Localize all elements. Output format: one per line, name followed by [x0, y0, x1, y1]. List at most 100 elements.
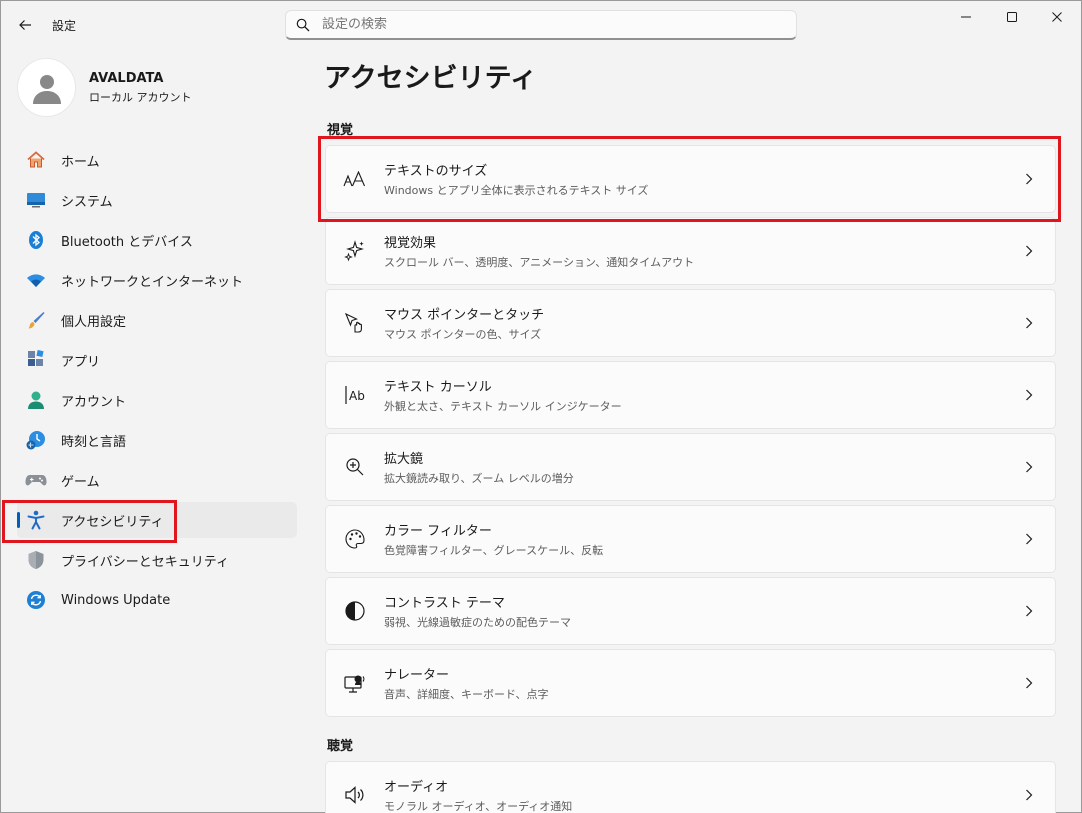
sidebar-item-label: ゲーム — [61, 474, 100, 490]
chevron-right-icon — [1019, 529, 1039, 549]
text-cursor-icon: Ab — [342, 382, 368, 408]
gamepad-icon — [25, 469, 47, 491]
close-icon — [1052, 12, 1062, 22]
setting-title: カラー フィルター — [384, 524, 492, 539]
sidebar-item-label: プライバシーとセキュリティ — [61, 554, 229, 570]
bluetooth-icon — [25, 229, 47, 251]
setting-subtitle: 拡大鏡読み取り、ズーム レベルの増分 — [384, 472, 574, 485]
sidebar-item-accessibility[interactable]: アクセシビリティ — [17, 502, 297, 538]
maximize-button[interactable] — [997, 4, 1027, 30]
setting-visual-effects[interactable]: 視覚効果 スクロール バー、透明度、アニメーション、通知タイムアウト — [325, 217, 1056, 285]
setting-subtitle: 弱視、光線過敏症のための配色テーマ — [384, 616, 571, 629]
chevron-right-icon — [1019, 169, 1039, 189]
user-profile[interactable]: AVALDATA ローカル アカウント — [17, 58, 192, 117]
sidebar-item-privacy[interactable]: プライバシーとセキュリティ — [17, 542, 297, 578]
maximize-icon — [1007, 12, 1017, 22]
setting-subtitle: スクロール バー、透明度、アニメーション、通知タイムアウト — [384, 256, 695, 269]
sidebar-item-home[interactable]: ホーム — [17, 142, 297, 178]
chevron-right-icon — [1019, 241, 1039, 261]
sidebar-item-label: ホーム — [61, 154, 100, 170]
sidebar-item-label: アプリ — [61, 354, 101, 370]
apps-icon — [25, 349, 47, 371]
setting-magnifier[interactable]: 拡大鏡拡大鏡読み取り、ズーム レベルの増分 — [325, 433, 1056, 501]
update-icon — [25, 589, 47, 611]
sidebar-nav: ホーム システム Bluetooth とデバイス ネットワークとインターネット … — [17, 142, 297, 622]
brush-icon — [25, 309, 47, 331]
setting-subtitle: 音声、詳細度、キーボード、点字 — [384, 688, 549, 701]
back-button[interactable] — [12, 12, 38, 38]
sidebar-item-bluetooth[interactable]: Bluetooth とデバイス — [17, 222, 297, 258]
search-input[interactable] — [322, 17, 762, 32]
minimize-icon — [961, 16, 971, 18]
account-icon — [25, 389, 47, 411]
profile-account-type: ローカル アカウント — [89, 90, 192, 104]
setting-title: テキスト カーソル — [384, 380, 492, 395]
setting-audio[interactable]: オーディオモノラル オーディオ、オーディオ通知 — [325, 761, 1056, 813]
user-icon — [32, 74, 61, 104]
svg-text:Ab: Ab — [349, 389, 365, 403]
contrast-icon — [342, 598, 368, 624]
sidebar-item-apps[interactable]: アプリ — [17, 342, 297, 378]
setting-subtitle: Windows とアプリ全体に表示されるテキスト サイズ — [384, 184, 649, 197]
minimize-button[interactable] — [951, 4, 981, 30]
setting-title: テキストのサイズ — [384, 164, 488, 179]
back-arrow-icon — [19, 20, 31, 30]
speaker-icon — [342, 782, 368, 808]
page-title: アクセシビリティ — [324, 63, 538, 94]
chevron-right-icon — [1019, 313, 1039, 333]
setting-title: マウス ポインターとタッチ — [384, 308, 545, 323]
setting-subtitle: 色覚障害フィルター、グレースケール、反転 — [384, 544, 604, 557]
sidebar-item-accounts[interactable]: アカウント — [17, 382, 297, 418]
sidebar-item-network[interactable]: ネットワークとインターネット — [17, 262, 297, 298]
sidebar-item-system[interactable]: システム — [17, 182, 297, 218]
system-icon — [25, 189, 47, 211]
chevron-right-icon — [1019, 457, 1039, 477]
active-indicator — [17, 512, 20, 528]
setting-subtitle: モノラル オーディオ、オーディオ通知 — [384, 800, 573, 813]
title-bar: 設定 — [0, 0, 1082, 48]
app-title: 設定 — [52, 19, 77, 33]
accessibility-icon — [25, 509, 47, 531]
narrator-icon — [342, 670, 368, 696]
sidebar-item-label: アクセシビリティ — [61, 514, 164, 530]
shield-icon — [25, 549, 47, 571]
setting-subtitle: 外観と太さ、テキスト カーソル インジケーター — [384, 400, 622, 413]
sidebar-item-label: ネットワークとインターネット — [61, 274, 244, 290]
setting-title: 拡大鏡 — [384, 452, 424, 467]
setting-narrator[interactable]: ナレーター音声、詳細度、キーボード、点字 — [325, 649, 1056, 717]
sidebar-item-label: Windows Update — [61, 592, 171, 608]
palette-icon — [342, 526, 368, 552]
sidebar-item-time-language[interactable]: 時刻と言語 — [17, 422, 297, 458]
setting-title: オーディオ — [384, 780, 449, 795]
section-title-vision: 視覚 — [327, 123, 354, 138]
wifi-icon — [25, 269, 47, 291]
sidebar-item-personalization[interactable]: 個人用設定 — [17, 302, 297, 338]
magnifier-icon — [342, 454, 368, 480]
sidebar-item-gaming[interactable]: ゲーム — [17, 462, 297, 498]
chevron-right-icon — [1019, 385, 1039, 405]
sidebar-item-label: アカウント — [61, 394, 127, 410]
setting-color-filters[interactable]: カラー フィルター色覚障害フィルター、グレースケール、反転 — [325, 505, 1056, 573]
setting-mouse-pointer[interactable]: マウス ポインターとタッチ マウス ポインターの色、サイズ — [325, 289, 1056, 357]
section-title-hearing: 聴覚 — [327, 739, 354, 754]
search-box[interactable] — [285, 10, 797, 40]
sidebar-item-label: Bluetooth とデバイス — [61, 234, 193, 250]
sidebar-item-label: システム — [61, 194, 113, 210]
sidebar-item-label: 時刻と言語 — [61, 434, 127, 450]
close-button[interactable] — [1042, 4, 1072, 30]
search-icon — [296, 18, 310, 31]
setting-text-cursor[interactable]: Ab テキスト カーソル外観と太さ、テキスト カーソル インジケーター — [325, 361, 1056, 429]
avatar — [17, 58, 76, 117]
text-size-icon — [342, 166, 368, 192]
sidebar-item-windows-update[interactable]: Windows Update — [17, 582, 297, 618]
chevron-right-icon — [1019, 601, 1039, 621]
setting-subtitle: マウス ポインターの色、サイズ — [384, 328, 542, 341]
time-language-icon — [25, 429, 47, 451]
setting-title: ナレーター — [384, 668, 450, 683]
chevron-right-icon — [1019, 785, 1039, 805]
setting-text-size[interactable]: テキストのサイズ Windows とアプリ全体に表示されるテキスト サイズ — [325, 145, 1056, 213]
setting-contrast-themes[interactable]: コントラスト テーマ弱視、光線過敏症のための配色テーマ — [325, 577, 1056, 645]
mouse-pointer-icon — [342, 310, 368, 336]
visual-effects-icon — [342, 238, 368, 264]
setting-title: コントラスト テーマ — [384, 596, 505, 611]
